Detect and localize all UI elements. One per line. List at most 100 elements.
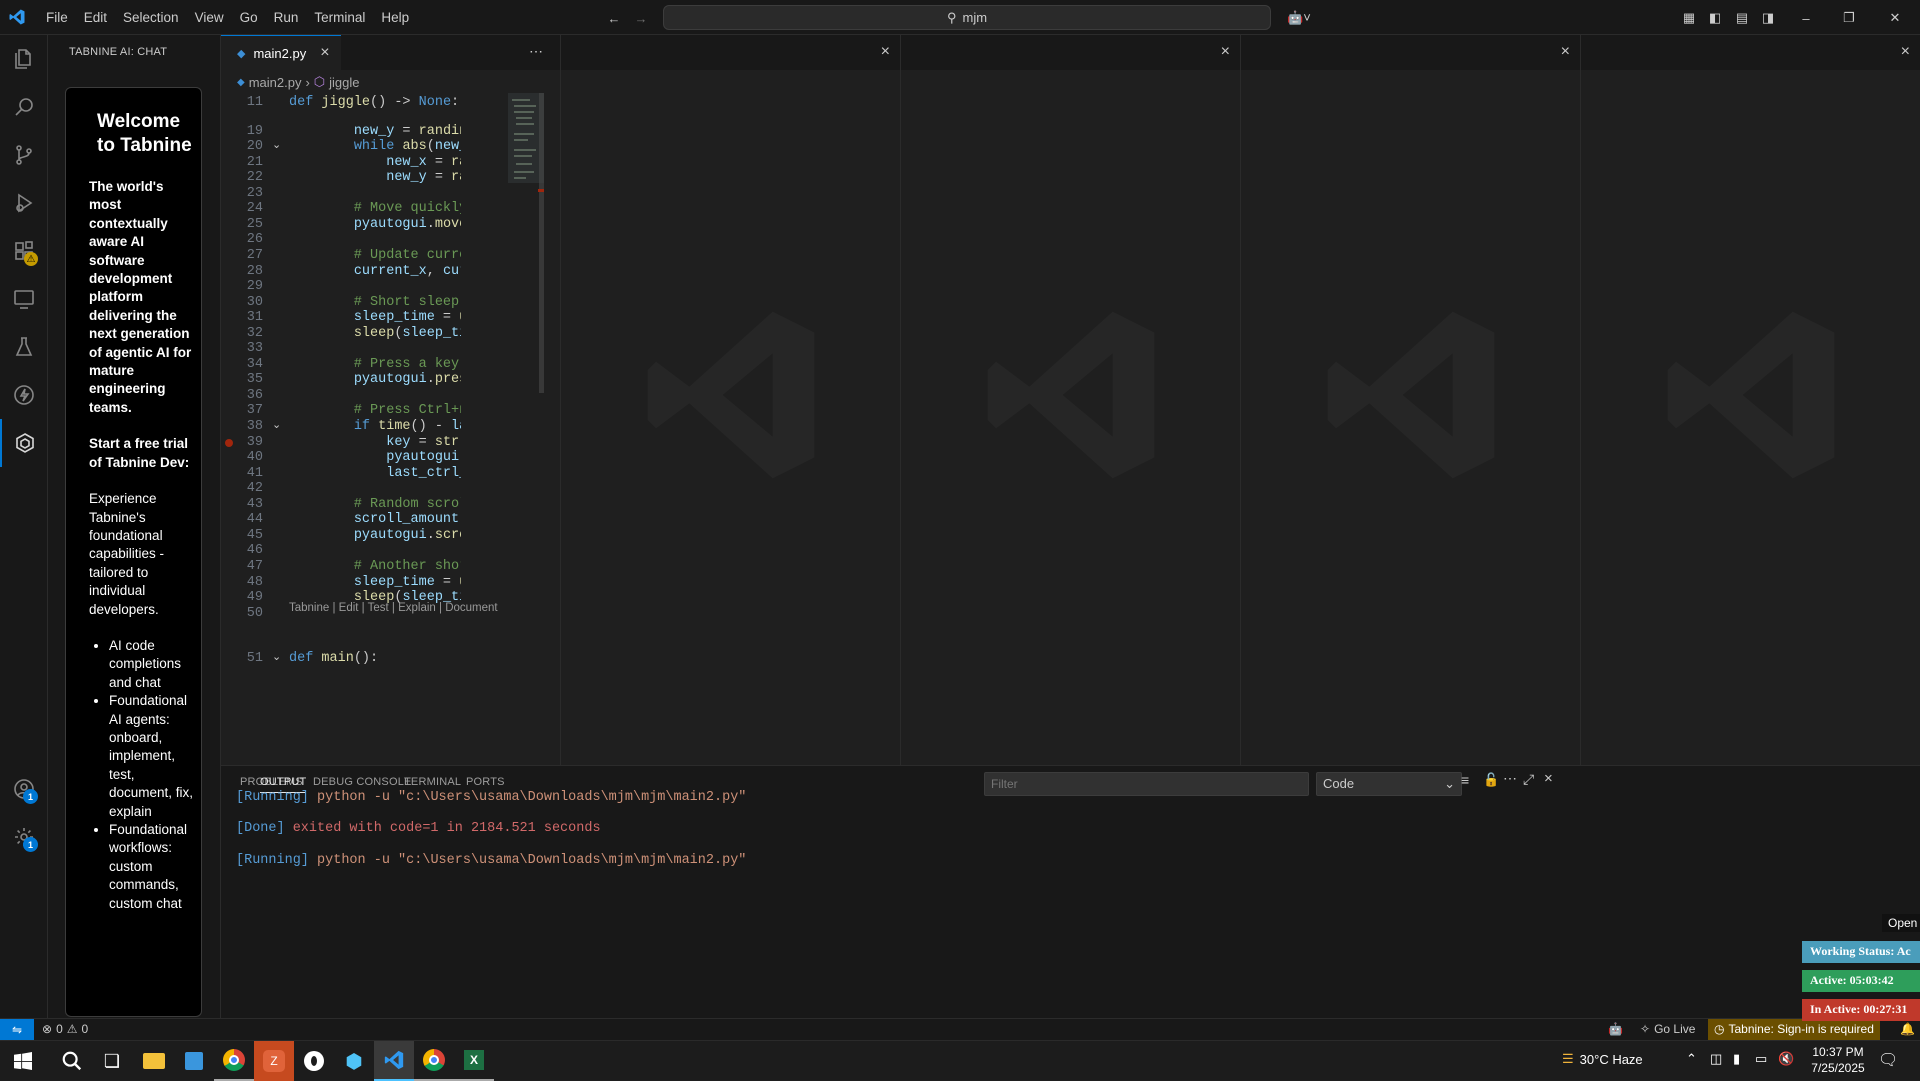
task-view-icon[interactable]: ❏ bbox=[92, 1041, 132, 1081]
toggle-panel-icon[interactable]: ▤ bbox=[1731, 7, 1753, 29]
toggle-primary-sidebar-icon[interactable]: ◧ bbox=[1704, 7, 1726, 29]
open-button[interactable]: Open bbox=[1882, 914, 1920, 932]
lightning-icon[interactable] bbox=[0, 371, 48, 419]
windows-start-icon[interactable] bbox=[3, 1041, 43, 1081]
forward-arrow-icon[interactable]: → bbox=[630, 7, 652, 29]
clock[interactable]: 10:37 PM 7/25/2025 bbox=[1803, 1044, 1873, 1076]
back-arrow-icon[interactable]: ← bbox=[603, 7, 625, 29]
tray-volume-muted-icon[interactable]: 🔇 bbox=[1778, 1051, 1794, 1067]
toggle-secondary-sidebar-icon[interactable]: ◨ bbox=[1757, 7, 1779, 29]
channel-value: Code bbox=[1323, 776, 1355, 791]
tray-chevron-up-icon[interactable]: ⌃ bbox=[1686, 1051, 1697, 1067]
excel-icon[interactable]: X bbox=[454, 1041, 494, 1081]
search-icon[interactable] bbox=[52, 1041, 92, 1081]
clear-output-icon[interactable]: ≡ bbox=[1461, 772, 1469, 788]
copilot-status-icon[interactable]: 🤖 bbox=[1608, 1022, 1623, 1036]
close-group-icon[interactable]: × bbox=[1561, 44, 1570, 60]
zoom-app-icon[interactable]: Z bbox=[254, 1041, 294, 1081]
codelens[interactable]: Tabnine | Edit | Test | Explain | Docume… bbox=[289, 602, 498, 614]
remote-explorer-icon[interactable] bbox=[0, 275, 48, 323]
breadcrumb: ◆ main2.py › ⬡ jiggle bbox=[237, 71, 360, 93]
editor-group-2: × bbox=[560, 35, 900, 765]
vscode-watermark-icon bbox=[1667, 311, 1835, 479]
command-center-search[interactable]: ⚲ mjm bbox=[663, 5, 1271, 30]
app-drop-icon[interactable] bbox=[294, 1041, 334, 1081]
close-panel-icon[interactable]: × bbox=[1544, 770, 1553, 787]
output-filter-input[interactable] bbox=[984, 772, 1309, 796]
extensions-icon[interactable]: ⚠ bbox=[0, 227, 48, 275]
editor-area: ◆ main2.py × ⋯ ◆ main2.py › ⬡ jiggle 11 d… bbox=[221, 35, 1920, 765]
empty-tab-bar: × bbox=[561, 35, 900, 70]
lock-scroll-icon[interactable]: 🔓 bbox=[1483, 772, 1499, 788]
close-tab-icon[interactable]: × bbox=[320, 45, 329, 61]
app-diamond-icon[interactable]: ⬢ bbox=[334, 1041, 374, 1081]
close-group-icon[interactable]: × bbox=[881, 44, 890, 60]
tabnine-status[interactable]: ◷ Tabnine: Sign-in is required bbox=[1708, 1019, 1880, 1041]
editor-group-1: ◆ main2.py × ⋯ ◆ main2.py › ⬡ jiggle 11 d… bbox=[221, 35, 560, 765]
more-actions-icon[interactable]: ⋯ bbox=[529, 43, 543, 60]
menu-view[interactable]: View bbox=[187, 0, 232, 35]
more-actions-icon[interactable]: ⋯ bbox=[1503, 770, 1517, 787]
tab-terminal[interactable]: TERMINAL bbox=[404, 776, 461, 788]
weather-widget[interactable]: ☰ 30°C Haze bbox=[1562, 1051, 1643, 1067]
menu-selection[interactable]: Selection bbox=[115, 0, 187, 35]
editor-group-4: × bbox=[1240, 35, 1580, 765]
code-line[interactable]: 51 ⌄ def main(): bbox=[221, 649, 461, 668]
chrome-profile-icon[interactable] bbox=[414, 1041, 454, 1081]
empty-tab-bar: × bbox=[901, 35, 1240, 70]
menu-run[interactable]: Run bbox=[266, 0, 307, 35]
menu-file[interactable]: File bbox=[38, 0, 76, 35]
tray-battery-icon[interactable]: ▮ bbox=[1733, 1051, 1740, 1067]
copilot-icon[interactable]: 🤖˅ bbox=[1282, 7, 1316, 29]
restore-icon[interactable]: ❐ bbox=[1838, 7, 1860, 29]
customize-layout-icon[interactable]: ▦ bbox=[1678, 7, 1700, 29]
breakpoint-icon[interactable] bbox=[225, 438, 233, 447]
problems-status[interactable]: ⊗ 0 ⚠ 0 bbox=[42, 1022, 88, 1036]
close-window-icon[interactable]: ✕ bbox=[1884, 7, 1906, 29]
tab-main2-py[interactable]: ◆ main2.py × bbox=[221, 35, 341, 70]
run-debug-icon[interactable] bbox=[0, 179, 48, 227]
output-message: python -u "c:\Users\usama\Downloads\mjm\… bbox=[308, 853, 747, 868]
explorer-icon[interactable] bbox=[0, 35, 48, 83]
search-icon[interactable] bbox=[0, 83, 48, 131]
breadcrumb-symbol[interactable]: jiggle bbox=[329, 75, 359, 90]
go-live-button[interactable]: ✧ Go Live bbox=[1640, 1022, 1695, 1036]
output-channel-select[interactable]: Code ⌄ bbox=[1316, 772, 1462, 796]
tab-ports[interactable]: PORTS bbox=[466, 776, 505, 788]
notifications-bell-icon[interactable]: 🔔 bbox=[1900, 1022, 1915, 1036]
close-group-icon[interactable]: × bbox=[1221, 44, 1230, 60]
function-symbol-icon: ⬡ bbox=[313, 74, 326, 89]
vscode-taskbar-icon[interactable] bbox=[374, 1041, 414, 1081]
broadcast-icon: ✧ bbox=[1640, 1022, 1651, 1036]
code-line[interactable]: 11 def jiggle() -> None: bbox=[221, 93, 461, 112]
remote-indicator-icon[interactable]: ⇋ bbox=[0, 1019, 34, 1041]
tabnine-icon[interactable] bbox=[0, 419, 48, 467]
code-editor[interactable]: 11def jiggle() -> None:19 new_y = randin… bbox=[221, 93, 461, 765]
close-group-icon[interactable]: × bbox=[1901, 44, 1910, 60]
minimap[interactable] bbox=[508, 93, 544, 765]
store-icon[interactable] bbox=[174, 1041, 214, 1081]
tab-debug-console[interactable]: DEBUG CONSOLE bbox=[313, 776, 412, 788]
tray-network-icon[interactable]: ◫ bbox=[1710, 1051, 1722, 1067]
minimize-icon[interactable]: – bbox=[1795, 7, 1817, 29]
python-file-icon: ◆ bbox=[237, 47, 246, 60]
menu-go[interactable]: Go bbox=[232, 0, 266, 35]
menu-terminal[interactable]: Terminal bbox=[306, 0, 373, 35]
notification-center-icon[interactable]: 🗨 bbox=[1878, 1050, 1898, 1070]
vscode-watermark-icon bbox=[1327, 311, 1495, 479]
file-explorer-icon[interactable] bbox=[134, 1041, 174, 1081]
menu-help[interactable]: Help bbox=[373, 0, 417, 35]
testing-icon[interactable] bbox=[0, 323, 48, 371]
breadcrumb-file[interactable]: main2.py bbox=[249, 75, 302, 90]
feature-item: Foundational workflows: custom commands,… bbox=[109, 821, 201, 913]
working-status: Working Status: Ac bbox=[1802, 941, 1920, 963]
chrome-icon[interactable] bbox=[214, 1041, 254, 1081]
manage-badge: 1 bbox=[23, 837, 38, 852]
manage-gear-icon[interactable]: 1 bbox=[0, 813, 48, 861]
source-control-icon[interactable] bbox=[0, 131, 48, 179]
menu-edit[interactable]: Edit bbox=[76, 0, 115, 35]
accounts-icon[interactable]: 1 bbox=[0, 765, 48, 813]
fold-chevron-icon[interactable]: ⌄ bbox=[272, 649, 281, 668]
maximize-panel-icon[interactable]: ⤢ bbox=[1523, 771, 1534, 788]
tray-display-icon[interactable]: ▭ bbox=[1755, 1051, 1767, 1067]
